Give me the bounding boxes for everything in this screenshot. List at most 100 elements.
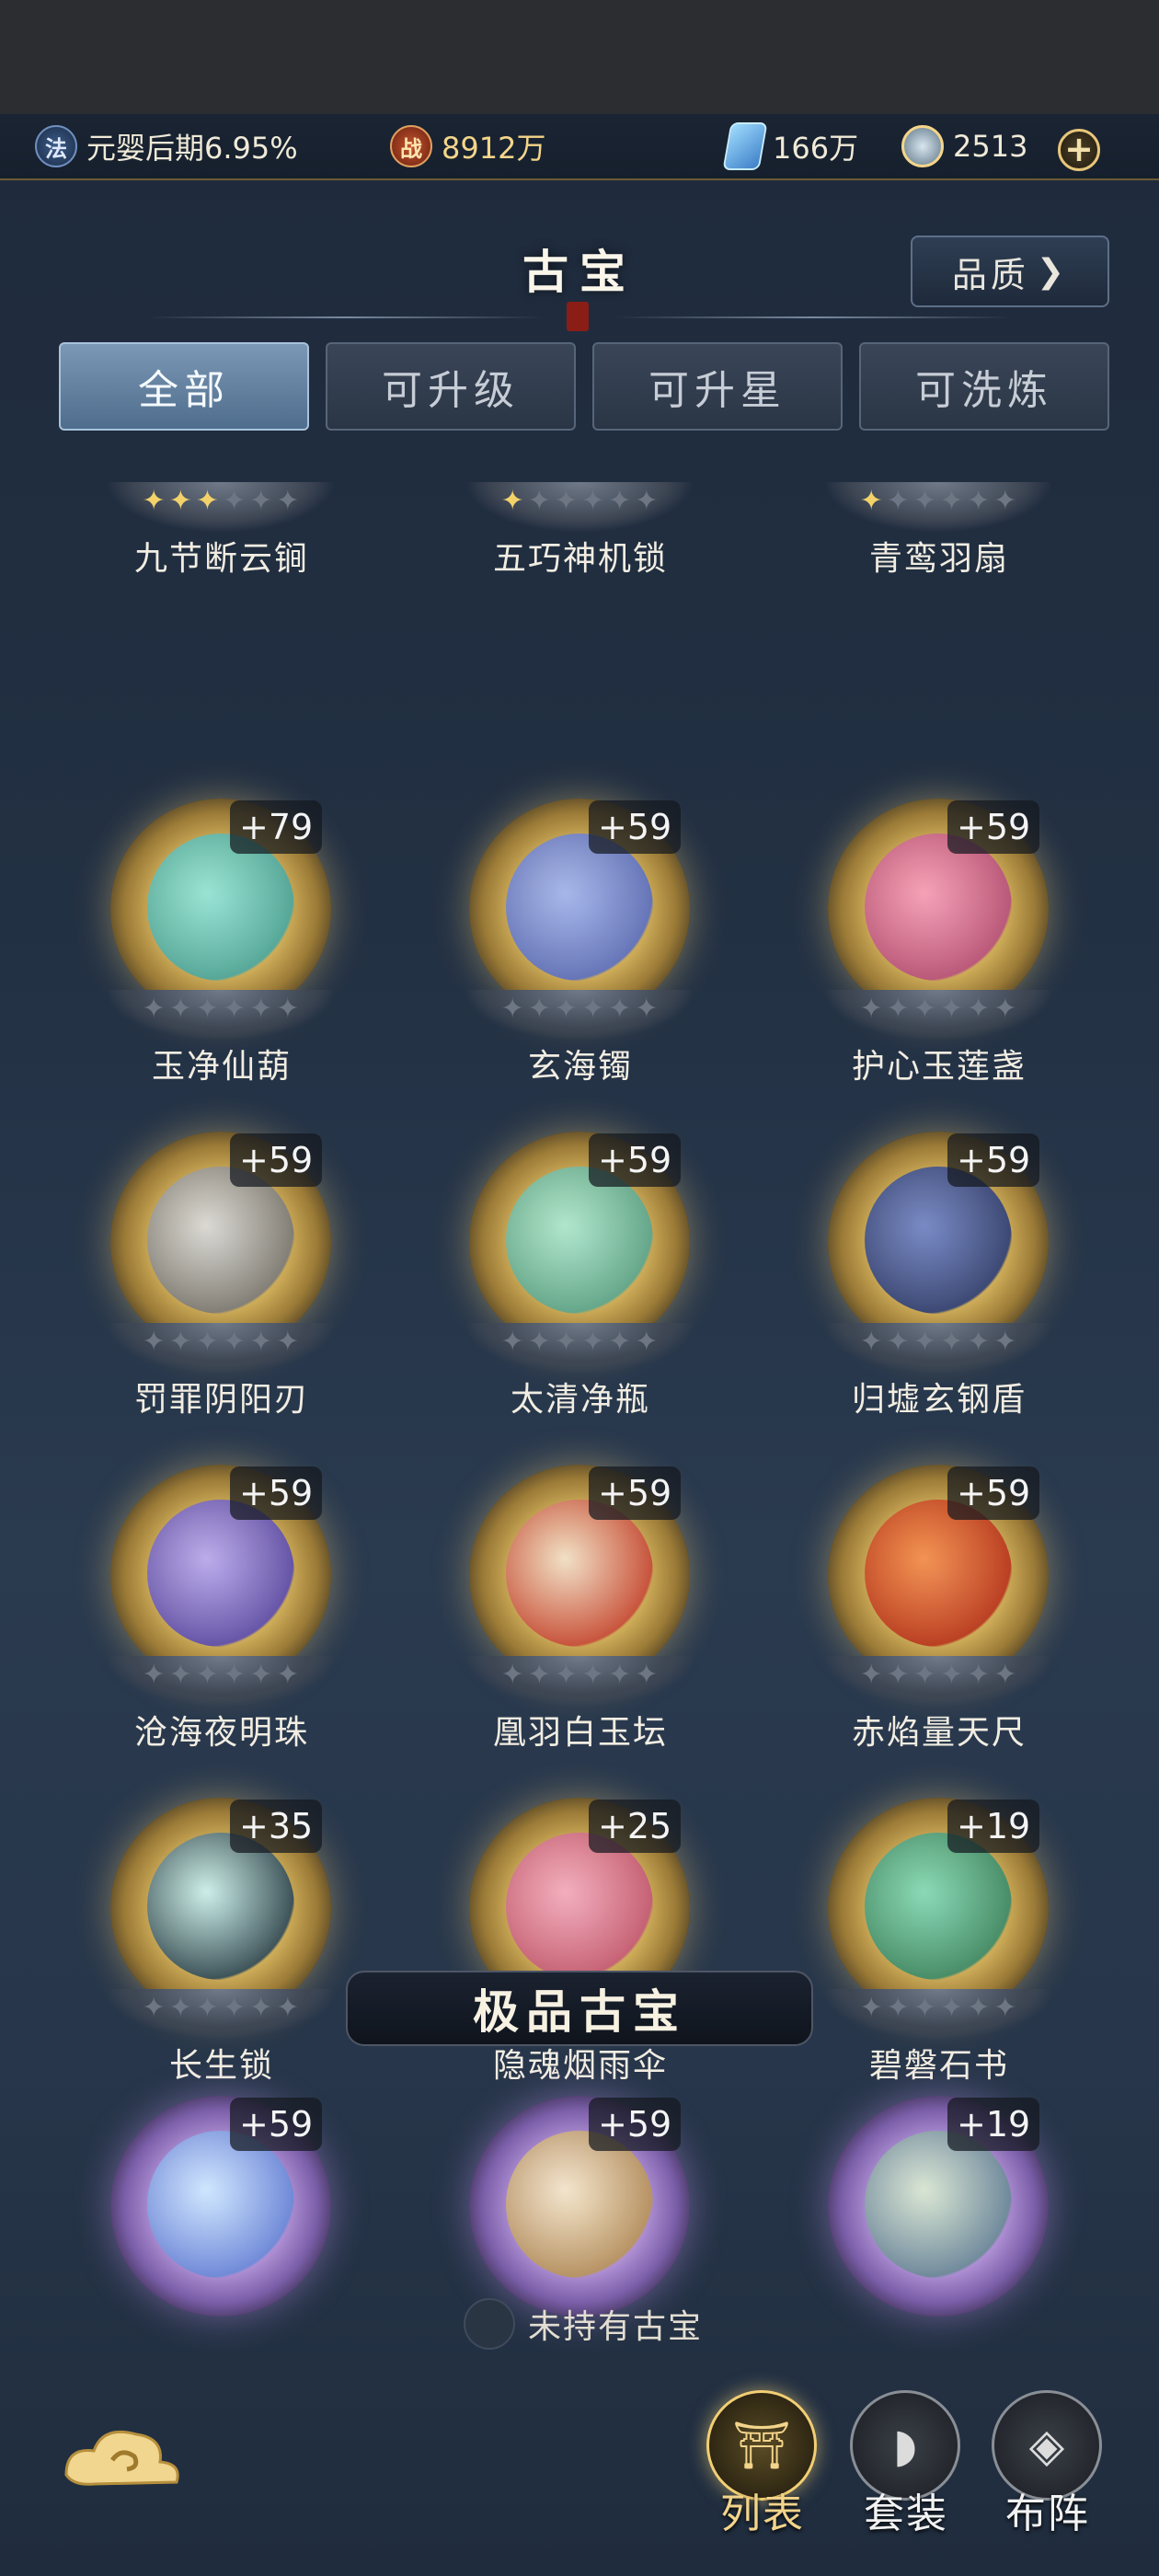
star-empty-icon: ✦ <box>993 1659 1017 1691</box>
star-filled-icon: ✦ <box>142 485 166 517</box>
star-empty-icon: ✦ <box>168 1659 192 1691</box>
treasure-item[interactable]: +59 ✦ ✦ ✦ ✦ ✦ ✦ 沧海夜明珠 <box>52 1413 333 1752</box>
treasure-artwork <box>506 1500 653 1647</box>
treasure-item[interactable]: +59 ✦ ✦ ✦ ✦ ✦ ✦ 太清净瓶 <box>410 1080 692 1419</box>
treasure-artwork <box>147 1833 294 1980</box>
star-empty-icon: ✦ <box>912 485 936 517</box>
crystal-value: 166万 <box>773 131 859 166</box>
star-rating: ✦✦✦✦✦✦ <box>129 1328 313 1356</box>
empty-note-label: 未持有古宝 <box>528 2308 704 2346</box>
star-empty-icon: ✦ <box>635 485 659 517</box>
star-empty-icon: ✦ <box>940 1326 964 1358</box>
level-badge: +25 <box>589 1800 682 1853</box>
treasure-artwork <box>865 1833 1012 1980</box>
star-empty-icon: ✦ <box>886 1326 910 1358</box>
star-rating: ✦✦✦✦✦✦ <box>129 995 313 1023</box>
treasure-item[interactable]: +59 ✦ ✦ ✦ ✦ ✦ ✦ 玄海镯 <box>410 747 692 1086</box>
add-resource-button[interactable]: + <box>1058 129 1100 171</box>
crystal-resource[interactable]: 166万 <box>722 122 859 170</box>
star-empty-icon: ✦ <box>859 1992 883 2024</box>
treasure-item[interactable]: +59 ✦ ✦ ✦ ✦ ✦ ✦ 护心玉莲盏 <box>769 747 1050 1086</box>
star-empty-icon: ✦ <box>276 1326 300 1358</box>
star-empty-icon: ✦ <box>249 1992 273 2024</box>
treasure-item[interactable]: +35 ✦ ✦ ✦ ✦ ✦ ✦ 长生锁 <box>52 1746 333 2085</box>
star-empty-icon: ✦ <box>993 485 1017 517</box>
star-rating: ✦✦✦✦✦✦ <box>846 1662 1030 1689</box>
treasure-artwork <box>865 2131 1012 2278</box>
level-badge: +59 <box>230 2098 323 2151</box>
star-empty-icon: ✦ <box>195 1992 219 2024</box>
star-empty-icon: ✦ <box>223 1992 247 2024</box>
treasure-item[interactable]: ✦ ✦ ✦ ✦ ✦ ✦ 青鸾羽扇 <box>769 239 1050 578</box>
star-empty-icon: ✦ <box>500 1659 524 1691</box>
treasure-item[interactable]: ✦ ✦ ✦ ✦ ✦ ✦ 五巧神机锁 <box>410 239 692 578</box>
star-rating: ✦✦✦✦✦✦ <box>846 1995 1030 2022</box>
level-badge: +59 <box>589 2098 682 2151</box>
star-empty-icon: ✦ <box>276 1659 300 1691</box>
premium-treasure-item[interactable]: +59 <box>52 2044 331 2317</box>
star-empty-icon: ✦ <box>608 485 632 517</box>
nav-set[interactable]: ◗ 套装 <box>850 2390 962 2547</box>
star-empty-icon: ✦ <box>967 1659 991 1691</box>
realm-resource[interactable]: 法 元婴后期6.95% <box>35 125 298 167</box>
star-empty-icon: ✦ <box>142 993 166 1025</box>
star-empty-icon: ✦ <box>581 993 605 1025</box>
star-filled-icon: ✦ <box>500 485 524 517</box>
star-empty-icon: ✦ <box>859 1326 883 1358</box>
star-empty-icon: ✦ <box>940 1659 964 1691</box>
star-empty-icon: ✦ <box>859 993 883 1025</box>
treasure-name: 青鸾羽扇 <box>868 540 1009 578</box>
checkbox-icon <box>464 2298 515 2350</box>
coin-value: 2513 <box>953 129 1028 164</box>
star-empty-icon: ✦ <box>142 1659 166 1691</box>
treasure-item[interactable]: +59 ✦ ✦ ✦ ✦ ✦ ✦ 凰羽白玉坛 <box>410 1413 692 1752</box>
star-rating: ✦✦✦✦✦✦ <box>129 1995 313 2022</box>
level-badge: +59 <box>230 1133 323 1187</box>
nav-formation-label: 布阵 <box>1005 2490 1090 2537</box>
star-empty-icon: ✦ <box>581 485 605 517</box>
treasure-artwork <box>506 2131 653 2278</box>
treasure-artwork <box>147 1167 294 1314</box>
star-empty-icon: ✦ <box>859 1659 883 1691</box>
star-empty-icon: ✦ <box>249 485 273 517</box>
star-empty-icon: ✦ <box>142 1326 166 1358</box>
star-empty-icon: ✦ <box>142 1992 166 2024</box>
premium-treasure-item[interactable]: +59 <box>410 2044 690 2317</box>
star-empty-icon: ✦ <box>912 1326 936 1358</box>
star-empty-icon: ✦ <box>635 1659 659 1691</box>
treasure-item[interactable]: +79 ✦ ✦ ✦ ✦ ✦ ✦ 玉净仙葫 <box>52 747 333 1086</box>
star-empty-icon: ✦ <box>940 1992 964 2024</box>
treasure-item[interactable]: +59 ✦ ✦ ✦ ✦ ✦ ✦ 赤焰量天尺 <box>769 1413 1050 1752</box>
level-badge: +59 <box>947 800 1040 854</box>
nav-formation[interactable]: ◈ 布阵 <box>992 2390 1104 2547</box>
treasure-artwork <box>506 1167 653 1314</box>
empty-treasure-note[interactable]: 未持有古宝 <box>464 2298 703 2350</box>
coin-icon <box>901 125 944 167</box>
star-rating: ✦✦✦✦✦✦ <box>129 1662 313 1689</box>
star-empty-icon: ✦ <box>554 1326 578 1358</box>
level-badge: +59 <box>230 1466 323 1520</box>
treasure-name: 五巧神机锁 <box>492 540 668 578</box>
star-empty-icon: ✦ <box>940 993 964 1025</box>
cloud-menu-icon[interactable] <box>57 2420 186 2502</box>
treasure-artwork <box>506 1833 653 1980</box>
nav-list[interactable]: ⛩ 列表 <box>706 2390 819 2547</box>
star-rating: ✦✦✦✦✦✦ <box>846 1328 1030 1356</box>
star-empty-icon: ✦ <box>635 1326 659 1358</box>
star-filled-icon: ✦ <box>195 485 219 517</box>
level-badge: +59 <box>589 800 682 854</box>
star-empty-icon: ✦ <box>608 1326 632 1358</box>
coin-resource[interactable]: 2513 <box>901 125 1027 167</box>
treasure-item[interactable]: +59 ✦ ✦ ✦ ✦ ✦ ✦ 归墟玄钢盾 <box>769 1080 1050 1419</box>
premium-treasure-item[interactable]: +19 <box>769 2044 1049 2317</box>
treasure-item[interactable]: +59 ✦ ✦ ✦ ✦ ✦ ✦ 罚罪阴阳刃 <box>52 1080 333 1419</box>
level-badge: +79 <box>230 800 323 854</box>
level-badge: +59 <box>947 1466 1040 1520</box>
star-empty-icon: ✦ <box>527 1659 551 1691</box>
level-badge: +59 <box>947 1133 1040 1187</box>
star-empty-icon: ✦ <box>912 993 936 1025</box>
star-empty-icon: ✦ <box>276 485 300 517</box>
star-empty-icon: ✦ <box>608 1659 632 1691</box>
treasure-item[interactable]: ✦ ✦ ✦ ✦ ✦ ✦ 九节断云锏 <box>52 239 333 578</box>
star-rating: ✦✦✦✦✦✦ <box>488 1328 671 1356</box>
